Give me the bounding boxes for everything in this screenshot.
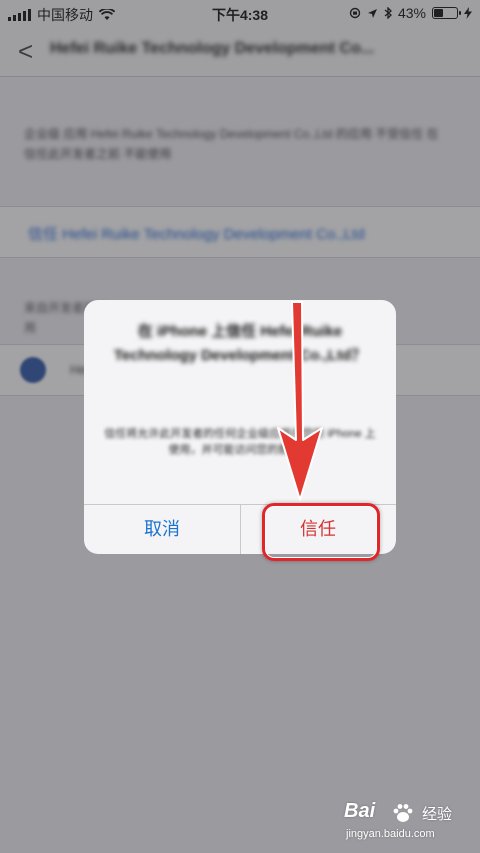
- watermark-brand: Bai: [344, 800, 376, 822]
- down-arrow-annotation-icon: [277, 301, 323, 501]
- baidu-paw-icon: [393, 804, 413, 822]
- trust-button-highlight: [262, 503, 380, 561]
- alert-title: 在 iPhone 上信任 Hefei Ruike Technology Deve…: [113, 323, 367, 364]
- watermark-url: jingyan.baidu.com: [346, 828, 435, 840]
- alert-message: 信任将允许此开发者的任何企业级应用在您的 iPhone 上使用，并可能访问您的数…: [104, 428, 376, 456]
- baidu-jingyan-watermark: Bai 经验 jingyan.baidu.com: [344, 800, 474, 846]
- cancel-button[interactable]: 取消: [84, 504, 240, 554]
- watermark-brand-suffix: 经验: [422, 806, 453, 823]
